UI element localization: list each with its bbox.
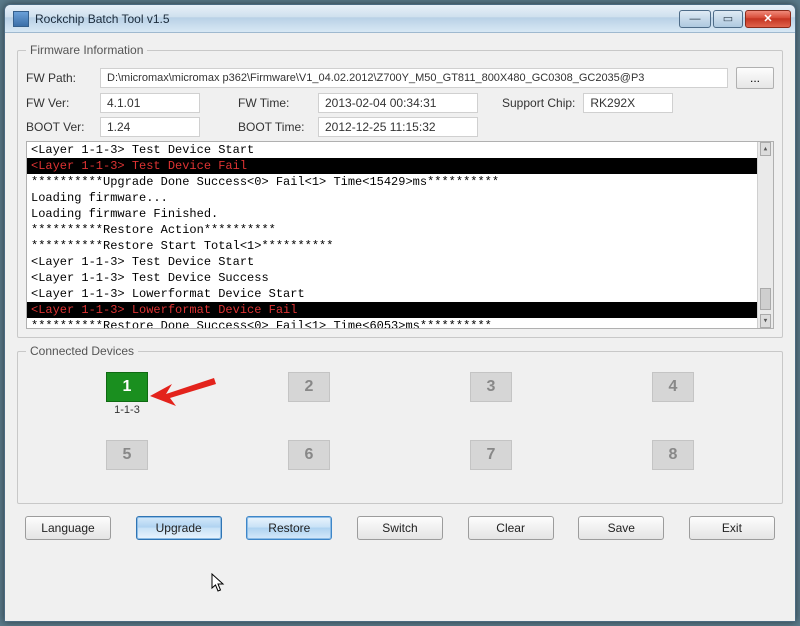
close-button[interactable]: ✕ (745, 10, 791, 28)
device-box[interactable]: 1 (106, 372, 148, 402)
titlebar[interactable]: Rockchip Batch Tool v1.5 — ▭ ✕ (5, 5, 795, 33)
browse-button[interactable]: ... (736, 67, 774, 89)
boot-time-field: 2012-12-25 11:15:32 (318, 117, 478, 137)
firmware-info-legend: Firmware Information (26, 43, 147, 57)
minimize-icon: — (690, 13, 701, 25)
scroll-down-icon[interactable]: ▾ (760, 314, 771, 328)
log-line: **********Restore Action********** (27, 222, 773, 238)
maximize-icon: ▭ (723, 12, 733, 25)
device-box[interactable]: 8 (652, 440, 694, 470)
arrow-annotation-icon (148, 372, 218, 408)
log-line: <Layer 1-1-3> Lowerformat Device Fail (27, 302, 773, 318)
device-box[interactable]: 7 (470, 440, 512, 470)
device-box[interactable]: 3 (470, 372, 512, 402)
log-line: <Layer 1-1-3> Lowerformat Device Start (27, 286, 773, 302)
window-title: Rockchip Batch Tool v1.5 (35, 12, 170, 26)
upgrade-button[interactable]: Upgrade (136, 516, 222, 540)
device-slot[interactable]: 6 (228, 440, 390, 504)
boot-ver-label: BOOT Ver: (26, 120, 92, 134)
browse-label: ... (750, 71, 760, 85)
log-line: Loading firmware... (27, 190, 773, 206)
log-scrollbar[interactable]: ▴ ▾ (757, 142, 773, 328)
clear-button[interactable]: Clear (468, 516, 554, 540)
firmware-info-group: Firmware Information FW Path: D:\microma… (17, 43, 783, 338)
log-panel[interactable]: <Layer 1-1-3> Test Device Start<Layer 1-… (26, 141, 774, 329)
device-box[interactable]: 2 (288, 372, 330, 402)
device-slot[interactable]: 5 (46, 440, 208, 504)
device-slot[interactable]: 4 (592, 372, 754, 436)
save-button[interactable]: Save (578, 516, 664, 540)
log-line: <Layer 1-1-3> Test Device Start (27, 142, 773, 158)
fw-ver-label: FW Ver: (26, 96, 92, 110)
device-label: 1-1-3 (114, 404, 140, 416)
cursor-icon (211, 573, 227, 593)
support-chip-label: Support Chip: (502, 96, 575, 110)
fw-ver-field: 4.1.01 (100, 93, 200, 113)
language-button[interactable]: Language (25, 516, 111, 540)
boot-ver-field: 1.24 (100, 117, 200, 137)
device-box[interactable]: 4 (652, 372, 694, 402)
boot-time-label: BOOT Time: (238, 120, 310, 134)
minimize-button[interactable]: — (679, 10, 711, 28)
device-box[interactable]: 5 (106, 440, 148, 470)
device-slot[interactable]: 2 (228, 372, 390, 436)
restore-button[interactable]: Restore (246, 516, 332, 540)
maximize-button[interactable]: ▭ (713, 10, 743, 28)
close-icon: ✕ (763, 12, 772, 25)
scroll-up-icon[interactable]: ▴ (760, 142, 771, 156)
log-line: **********Restore Start Total<1>********… (27, 238, 773, 254)
support-chip-field: RK292X (583, 93, 673, 113)
device-box[interactable]: 6 (288, 440, 330, 470)
scroll-thumb[interactable] (760, 288, 771, 310)
fw-time-label: FW Time: (238, 96, 310, 110)
app-window: Rockchip Batch Tool v1.5 — ▭ ✕ Firmware … (4, 4, 796, 622)
log-line: **********Restore Done Success<0> Fail<1… (27, 318, 773, 329)
fw-path-field[interactable]: D:\micromax\micromax p362\Firmware\V1_04… (100, 68, 728, 88)
connected-devices-group: Connected Devices 1 1-1-3 2 3 4 5 6 7 8 (17, 344, 783, 504)
device-slot[interactable]: 7 (410, 440, 572, 504)
log-line: <Layer 1-1-3> Test Device Success (27, 270, 773, 286)
switch-button[interactable]: Switch (357, 516, 443, 540)
client-area: Firmware Information FW Path: D:\microma… (5, 33, 795, 548)
device-slot[interactable]: 8 (592, 440, 754, 504)
connected-devices-legend: Connected Devices (26, 344, 138, 358)
log-line: <Layer 1-1-3> Test Device Fail (27, 158, 773, 174)
device-slot[interactable]: 3 (410, 372, 572, 436)
fw-time-field: 2013-02-04 00:34:31 (318, 93, 478, 113)
exit-button[interactable]: Exit (689, 516, 775, 540)
log-line: <Layer 1-1-3> Test Device Start (27, 254, 773, 270)
fw-path-label: FW Path: (26, 71, 92, 85)
button-bar: Language Upgrade Restore Switch Clear Sa… (17, 510, 783, 540)
log-line: **********Upgrade Done Success<0> Fail<1… (27, 174, 773, 190)
log-line: Loading firmware Finished. (27, 206, 773, 222)
app-icon (13, 11, 29, 27)
